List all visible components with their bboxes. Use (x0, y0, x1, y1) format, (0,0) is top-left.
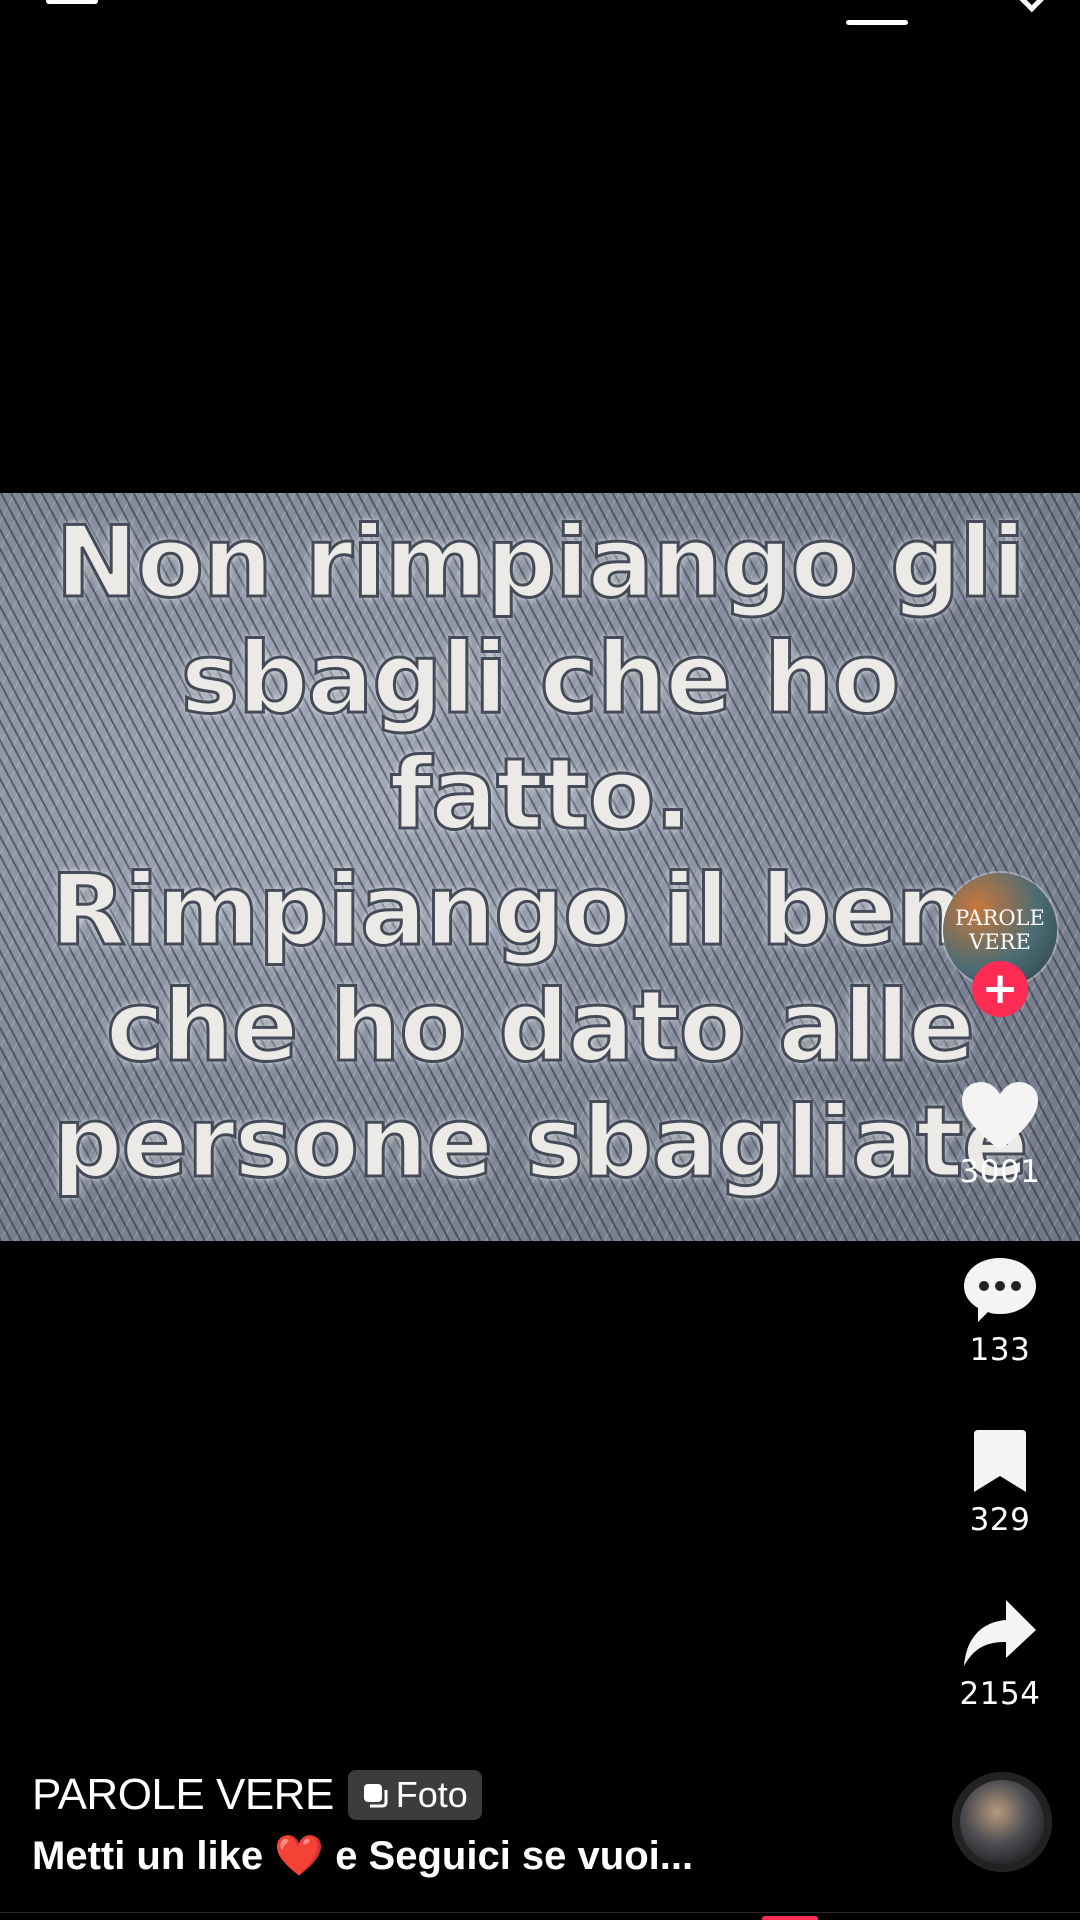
photo-badge: Foto (347, 1770, 482, 1820)
share-button[interactable]: 2154 (940, 1596, 1060, 1712)
like-count: 3001 (959, 1154, 1041, 1190)
quote-line: Rimpiango il bene (49, 853, 1033, 970)
quote-line: persone sbagliate (51, 1085, 1030, 1202)
plus-icon: + (981, 963, 1019, 1014)
post-photo[interactable]: Non rimpiango gli sbagli che ho fatto. R… (0, 493, 1080, 1241)
quote-line: che ho dato alle (104, 969, 976, 1086)
music-disc[interactable] (952, 1772, 1052, 1872)
author-name[interactable]: PAROLE VERE (32, 1770, 334, 1820)
quote-line: sbagli che ho (179, 621, 902, 738)
search-icon[interactable] (1019, 0, 1046, 13)
bookmark-icon (974, 1430, 1026, 1492)
author-row: PAROLE VERE Foto (32, 1770, 482, 1820)
caption-text: e Seguici se vuoi... (324, 1834, 694, 1878)
top-left-icon[interactable] (46, 0, 98, 4)
red-heart-emoji: ❤️ (274, 1834, 325, 1878)
photo-icon (363, 1784, 388, 1808)
quote-line: fatto. (388, 737, 693, 854)
like-button[interactable]: 3001 (940, 1080, 1060, 1190)
comment-button[interactable]: 133 (940, 1254, 1060, 1368)
caption-text: Metti un like (32, 1834, 264, 1878)
comment-count: 133 (969, 1332, 1031, 1368)
share-count: 2154 (959, 1676, 1041, 1712)
comment-icon (964, 1258, 1036, 1322)
divider (0, 1912, 1080, 1913)
share-icon (964, 1600, 1036, 1666)
quote-text: Non rimpiango gli sbagli che ho fatto. R… (0, 493, 1080, 1241)
caption[interactable]: Metti un like ❤️ e Seguici se vuoi... (32, 1832, 693, 1879)
avatar-text: PAROLE (955, 906, 1045, 930)
nav-accent (762, 1916, 818, 1920)
heart-icon (962, 1082, 1038, 1150)
follow-button[interactable]: + (972, 961, 1028, 1017)
avatar-text: VERE (969, 930, 1031, 954)
active-tab-indicator (846, 20, 908, 25)
video-feed-screen: Non rimpiango gli sbagli che ho fatto. R… (0, 0, 1080, 1920)
bookmark-count: 329 (969, 1502, 1031, 1538)
badge-label: Foto (395, 1774, 468, 1815)
bookmark-button[interactable]: 329 (940, 1426, 1060, 1538)
quote-line: Non rimpiango gli (54, 505, 1027, 622)
